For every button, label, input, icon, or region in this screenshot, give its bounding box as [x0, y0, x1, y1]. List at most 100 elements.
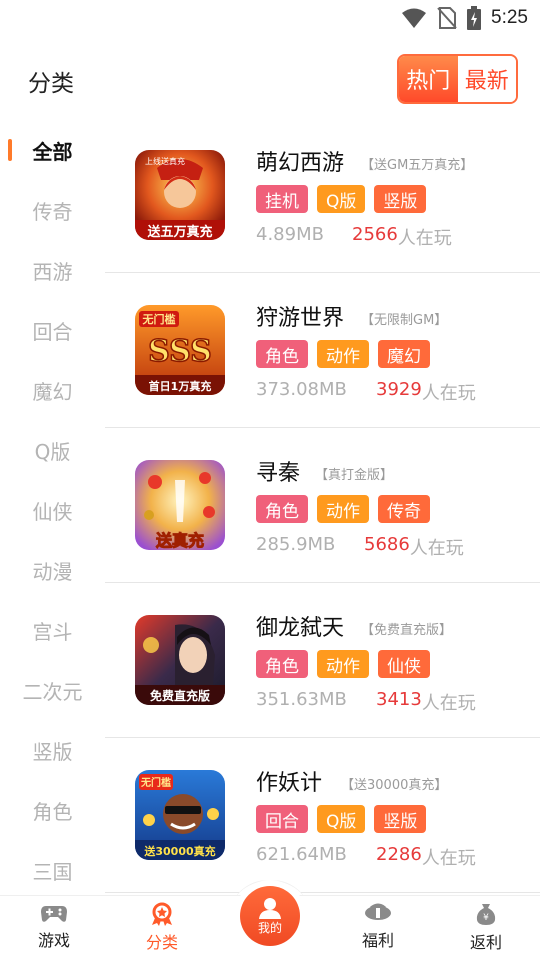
- status-icons: 5:25: [401, 6, 528, 30]
- sidebar-item-three-kingdoms[interactable]: 三国: [0, 840, 105, 900]
- game-icon-caption: 送真充: [155, 531, 204, 550]
- game-name: 御龙弑天: [256, 616, 345, 641]
- money-bag-icon: ¥: [476, 904, 496, 925]
- game-list: 送五万真充 上线送真充 萌幻西游 【送GM五万真充】 挂机 Q版 竖版 4.89…: [105, 118, 540, 893]
- game-tags: 挂机 Q版 竖版: [256, 185, 427, 213]
- game-icon: 送五万真充 上线送真充: [135, 150, 225, 240]
- game-players-label: 人在玩: [397, 228, 452, 249]
- sort-hot-button[interactable]: 热门: [399, 56, 458, 102]
- game-tag: Q版: [317, 805, 366, 833]
- game-players-label: 人在玩: [421, 693, 476, 714]
- game-promo: 【送30000真充】: [341, 778, 448, 793]
- game-list-item[interactable]: 无门槛 SSS 首日1万真充 狩游世界 【无限制GM】 角色 动作 魔幻 373…: [105, 273, 540, 428]
- tab-label: 分类: [145, 933, 178, 952]
- game-promo: 【送GM五万真充】: [361, 158, 474, 173]
- page-title: 分类: [28, 71, 74, 97]
- tab-label: 福利: [361, 931, 394, 950]
- sort-toggle: 热门 最新: [397, 54, 518, 104]
- game-tag: 角色: [256, 495, 308, 523]
- game-tag: Q版: [317, 185, 366, 213]
- game-name: 寻秦: [256, 461, 301, 486]
- sidebar-item-legend[interactable]: 传奇: [0, 180, 105, 240]
- game-tag: 仙侠: [378, 650, 430, 678]
- game-icon-caption: 送30000真充: [143, 844, 215, 858]
- category-sidebar: 全部 传奇 西游 回合 魔幻 Q版 仙侠 动漫 宫斗 二次元 竖版 角色 三国: [0, 120, 105, 900]
- sidebar-item-palace[interactable]: 宫斗: [0, 600, 105, 660]
- sidebar-item-rpg[interactable]: 角色: [0, 780, 105, 840]
- sidebar-item-journey-west[interactable]: 西游: [0, 240, 105, 300]
- sidebar-item-fantasy[interactable]: 魔幻: [0, 360, 105, 420]
- battery-charging-icon: [467, 6, 482, 30]
- game-icon-badge: 无门槛: [140, 776, 171, 789]
- game-tags: 角色 动作 魔幻: [256, 340, 430, 368]
- game-players-label: 人在玩: [421, 383, 476, 404]
- game-tags: 回合 Q版 竖版: [256, 805, 427, 833]
- gamepad-icon: [41, 906, 67, 922]
- game-meta: 285.9MB 5686 人在玩: [256, 534, 464, 560]
- tab-label: 我的: [257, 920, 282, 935]
- game-tag: 角色: [256, 650, 308, 678]
- game-meta: 373.08MB 3929 人在玩: [256, 379, 476, 405]
- game-icon: 免费直充版: [135, 615, 225, 705]
- game-promo: 【无限制GM】: [361, 313, 448, 328]
- game-tag: 竖版: [374, 805, 427, 833]
- game-tags: 角色 动作 仙侠: [256, 650, 430, 678]
- sidebar-item-q-style[interactable]: Q版: [0, 420, 105, 480]
- tab-category[interactable]: 分类: [122, 902, 202, 953]
- game-meta: 351.63MB 3413 人在玩: [256, 689, 476, 715]
- tab-games[interactable]: 游戏: [14, 902, 94, 951]
- sidebar-item-acg[interactable]: 二次元: [0, 660, 105, 720]
- game-players-count: 2566: [352, 224, 398, 245]
- game-size: 621.64MB: [256, 844, 347, 865]
- game-tag: 动作: [317, 650, 369, 678]
- sort-new-button[interactable]: 最新: [457, 56, 516, 102]
- game-size: 4.89MB: [256, 224, 324, 245]
- game-size: 351.63MB: [256, 689, 347, 710]
- game-list-item[interactable]: 无门槛 送30000真充 作妖计 【送30000真充】 回合 Q版 竖版 621…: [105, 738, 540, 893]
- game-size: 373.08MB: [256, 379, 347, 400]
- game-icon-caption: 免费直充版: [150, 688, 210, 703]
- game-players-label: 人在玩: [421, 848, 476, 869]
- game-tag: 挂机: [256, 185, 308, 213]
- tab-mine[interactable]: 我的: [240, 886, 300, 946]
- game-list-item[interactable]: 送五万真充 上线送真充 萌幻西游 【送GM五万真充】 挂机 Q版 竖版 4.89…: [105, 118, 540, 273]
- game-tag: 角色: [256, 340, 308, 368]
- svg-text:SSS: SSS: [148, 334, 212, 369]
- game-list-item[interactable]: 送真充 寻秦 【真打金版】 角色 动作 传奇 285.9MB 5686 人在玩: [105, 428, 540, 583]
- game-promo: 【免费直充版】: [361, 623, 453, 638]
- game-tag: 动作: [317, 340, 369, 368]
- user-icon: [259, 897, 281, 919]
- game-meta: 4.89MB 2566 人在玩: [256, 224, 452, 250]
- game-icon-badge: 无门槛: [142, 312, 176, 326]
- game-promo: 【真打金版】: [315, 468, 394, 483]
- svg-text:¥: ¥: [483, 913, 489, 923]
- game-icon: 无门槛 SSS 首日1万真充: [135, 305, 225, 395]
- game-players-count: 3413: [376, 689, 422, 710]
- game-tag: 回合: [256, 805, 308, 833]
- game-size: 285.9MB: [256, 534, 336, 555]
- game-tag: 传奇: [378, 495, 430, 523]
- game-players-count: 5686: [364, 534, 410, 555]
- page-header: 分类 热门 最新: [0, 48, 540, 110]
- game-meta: 621.64MB 2286 人在玩: [256, 844, 476, 870]
- game-tag: 竖版: [374, 185, 427, 213]
- sidebar-item-vertical[interactable]: 竖版: [0, 720, 105, 780]
- wifi-icon: [402, 8, 427, 28]
- sidebar-item-turn-based[interactable]: 回合: [0, 300, 105, 360]
- game-list-item[interactable]: 免费直充版 御龙弑天 【免费直充版】 角色 动作 仙侠 351.63MB 341…: [105, 583, 540, 738]
- tab-rebate[interactable]: ¥ 返利: [446, 902, 526, 953]
- game-players-count: 3929: [376, 379, 422, 400]
- game-icon: 无门槛 送30000真充: [135, 770, 225, 860]
- game-tags: 角色 动作 传奇: [256, 495, 430, 523]
- sidebar-item-anime[interactable]: 动漫: [0, 540, 105, 600]
- game-icon: 送真充: [135, 460, 225, 550]
- game-icon-caption: 送五万真充: [146, 224, 212, 240]
- category-icon: [152, 902, 172, 926]
- sidebar-item-all[interactable]: 全部: [0, 120, 105, 180]
- game-tag: 魔幻: [378, 340, 430, 368]
- no-sim-icon: [437, 7, 457, 29]
- sidebar-item-xianxia[interactable]: 仙侠: [0, 480, 105, 540]
- gift-icon: [365, 903, 391, 920]
- game-tag: 动作: [317, 495, 369, 523]
- tab-welfare[interactable]: 福利: [338, 902, 418, 951]
